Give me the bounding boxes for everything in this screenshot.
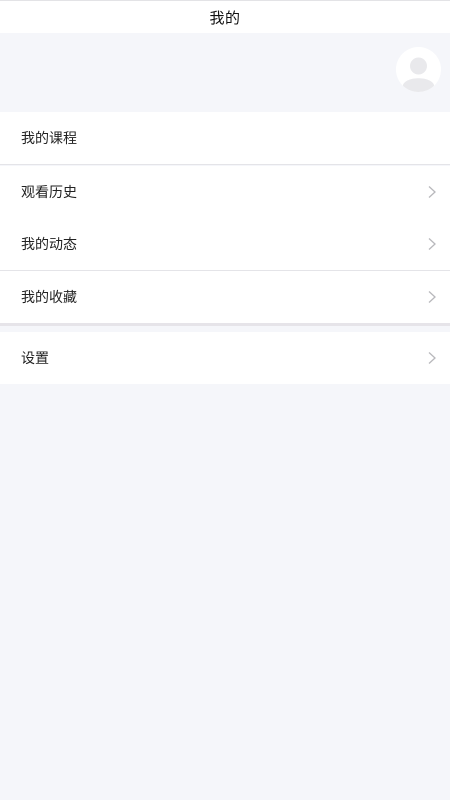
top-navigation-bar: 我的	[0, 0, 450, 33]
chevron-right-icon	[428, 238, 436, 250]
menu-section-settings: 设置	[0, 332, 450, 384]
avatar[interactable]	[396, 47, 441, 92]
chevron-right-icon	[428, 291, 436, 303]
menu-item-my-favorites[interactable]: 我的收藏	[0, 271, 450, 323]
menu-section-courses: 我的课程	[0, 112, 450, 164]
menu-item-my-updates[interactable]: 我的动态	[0, 218, 450, 270]
menu-item-label: 设置	[21, 351, 49, 367]
chevron-right-icon	[428, 352, 436, 364]
default-user-avatar-icon	[396, 47, 441, 92]
menu-item-label: 我的课程	[21, 131, 77, 147]
menu-item-my-courses[interactable]: 我的课程	[0, 112, 450, 164]
divider	[0, 164, 450, 165]
menu-item-label: 我的收藏	[21, 290, 77, 306]
menu-item-watch-history[interactable]: 观看历史	[0, 166, 450, 218]
menu-item-label: 观看历史	[21, 185, 77, 201]
chevron-right-icon	[428, 186, 436, 198]
menu-section-activity: 观看历史 我的动态	[0, 166, 450, 270]
profile-header[interactable]	[0, 33, 450, 112]
menu-section-favorites: 我的收藏	[0, 271, 450, 323]
page-title: 我的	[209, 8, 241, 27]
menu-item-label: 我的动态	[21, 237, 77, 253]
menu-item-settings[interactable]: 设置	[0, 332, 450, 384]
